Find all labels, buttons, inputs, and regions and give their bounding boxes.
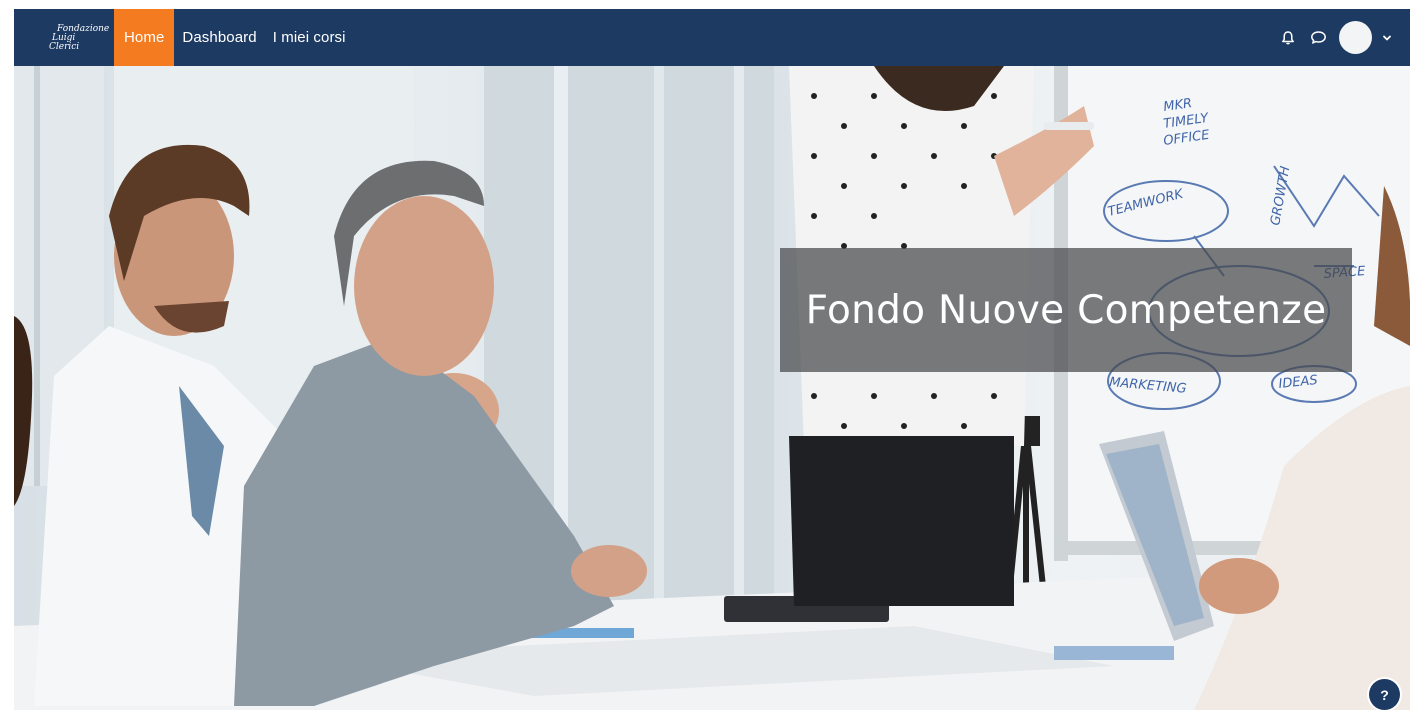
chat-icon[interactable] [1307,27,1329,49]
top-navbar: Fondazione Luigi Clerici Home Dashboard … [14,9,1410,66]
nav-dashboard[interactable]: Dashboard [174,9,264,66]
user-controls [1277,9,1394,66]
nav-home[interactable]: Home [114,9,175,66]
nav-my-courses[interactable]: I miei corsi [265,9,354,66]
hero-title-banner: Fondo Nuove Competenze [780,248,1352,372]
hero-image: MKRTIMELYOFFICETEAMWORK GROWTHMARKETING ID… [14,66,1410,710]
hero-title: Fondo Nuove Competenze [805,287,1327,333]
chevron-down-icon[interactable] [1380,31,1394,45]
bell-icon[interactable] [1277,27,1299,49]
site-logo[interactable]: Fondazione Luigi Clerici [14,9,114,66]
page-frame: Fondazione Luigi Clerici Home Dashboard … [14,9,1410,710]
help-button[interactable]: ? [1369,679,1400,710]
avatar[interactable] [1339,21,1372,54]
hero-section: MKR TIMELY OFFICE TEAMWORK GROWTH MARKETING ID… [14,66,1410,710]
logo-line-3: Clerici [49,42,80,52]
